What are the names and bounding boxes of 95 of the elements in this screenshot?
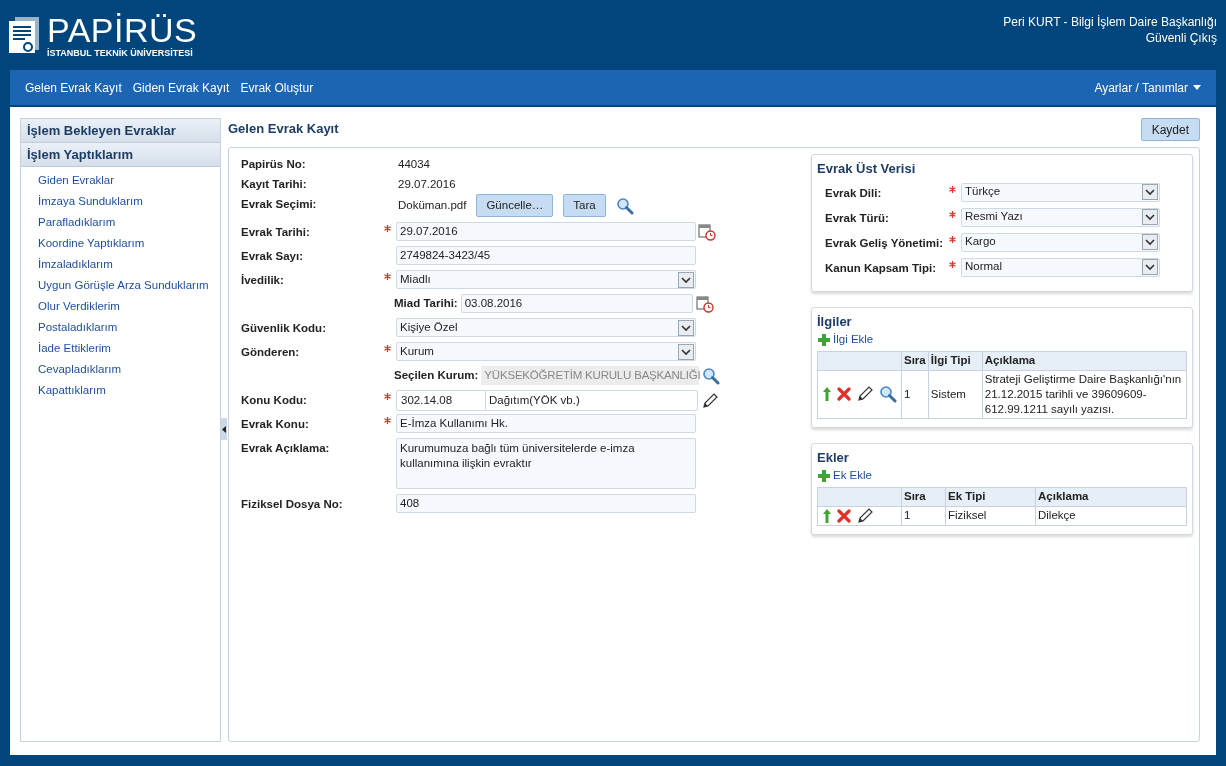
- plus-icon[interactable]: [817, 332, 831, 347]
- settings-menu[interactable]: Ayarlar / Tanımlar: [1094, 78, 1201, 97]
- column-header: Ek Tipi: [945, 487, 1036, 506]
- action-button[interactable]: Güncelle…: [476, 194, 554, 217]
- table-cell: 1: [901, 506, 946, 525]
- field-label: Seçilen Kurum:: [394, 367, 479, 383]
- field-label: Evrak Seçimi:: [241, 197, 318, 212]
- delete-icon[interactable]: [837, 508, 851, 523]
- field-label: Evrak Açıklama:: [241, 441, 331, 456]
- field-label: Papirüs No:: [241, 157, 307, 172]
- table-cell: Strateji Geliştirme Daire Başkanlığı'nın 21.12.2015 tarihli ve 39609609-612.99.1211 sayılı yazısı.: [982, 370, 1187, 418]
- field-label: Evrak Sayı:: [241, 249, 304, 264]
- text-field[interactable]: 2749824-3423/45: [396, 246, 696, 265]
- dropdown-field[interactable]: Miadlı: [396, 270, 696, 289]
- sidebar-item[interactable]: Parafladıklarım: [21, 212, 220, 233]
- sidebar-item[interactable]: Koordine Yaptıklarım: [21, 233, 220, 254]
- field-label: Kayıt Tarihi:: [241, 177, 308, 192]
- panel-title: Ekler: [817, 448, 850, 467]
- add-link[interactable]: İlgi Ekle: [817, 331, 1187, 349]
- dropdown-field[interactable]: Kurum: [396, 342, 696, 361]
- search-icon[interactable]: [879, 385, 897, 403]
- field-label: Kanun Kapsam Tipi:: [825, 260, 937, 276]
- date-field[interactable]: 03.08.2016: [460, 294, 693, 313]
- field-label: Evrak Konu:: [241, 417, 310, 432]
- sidebar-item[interactable]: Giden Evraklar: [21, 170, 220, 191]
- subject-code-field[interactable]: 302.14.08 Dağıtım(YÖK vb.): [396, 390, 698, 411]
- table-cell: Fiziksel: [945, 506, 1036, 525]
- sidebar-item[interactable]: İade Ettiklerim: [21, 338, 220, 359]
- delete-icon[interactable]: [837, 387, 851, 401]
- panel-title: İlgiler: [817, 312, 853, 331]
- dropdown-field[interactable]: Resmi Yazı: [961, 207, 1160, 227]
- sidebar-item[interactable]: Kapattıklarım: [21, 380, 220, 401]
- column-header: Açıklama: [1035, 487, 1187, 506]
- calendar-clock-icon[interactable]: [695, 294, 714, 313]
- logout-link[interactable]: Güvenli Çıkış: [1145, 30, 1217, 46]
- readonly-field: YÜKSEKÖĞRETİM KURULU BAŞKANLIĞI: [481, 366, 700, 385]
- action-button[interactable]: Tara: [563, 194, 606, 217]
- collapse-handle[interactable]: [221, 418, 227, 440]
- logo-title: PAPİRÜS: [47, 14, 198, 46]
- field-label: İvedilik:: [241, 273, 285, 288]
- up-arrow-icon[interactable]: [822, 386, 832, 402]
- dropdown-field[interactable]: Türkçe: [961, 182, 1160, 202]
- column-header: Sıra: [901, 487, 946, 506]
- sidebar-item[interactable]: Uygun Görüşle Arza Sunduklarım: [21, 275, 220, 296]
- sidebar-item[interactable]: Cevapladıklarım: [21, 359, 220, 380]
- date-field[interactable]: 29.07.2016: [396, 222, 696, 241]
- text-field[interactable]: E-İmza Kullanımı Hk.: [396, 414, 696, 433]
- column-header: Açıklama: [982, 351, 1187, 370]
- column-header: Sıra: [901, 351, 929, 370]
- user-name: Peri KURT - Bilgi İşlem Daire Başkanlığı: [1003, 14, 1217, 30]
- sidebar-item[interactable]: Olur Verdiklerim: [21, 296, 220, 317]
- field-label: Evrak Tarihi:: [241, 225, 311, 240]
- field-value: 44034: [397, 157, 430, 172]
- table-cell: Sistem: [928, 370, 983, 418]
- sidebar-item[interactable]: İmzaladıklarım: [21, 254, 220, 275]
- pencil-icon[interactable]: [856, 385, 874, 403]
- logo-subtitle: İSTANBUL TEKNİK ÜNİVERSİTESİ: [47, 47, 194, 59]
- add-link[interactable]: Ek Ekle: [817, 467, 1187, 485]
- plus-icon[interactable]: [817, 468, 831, 483]
- pencil-icon[interactable]: [701, 391, 719, 410]
- sidebar-item[interactable]: Postaladıklarım: [21, 317, 220, 338]
- field-label: Miad Tarihi:: [394, 295, 458, 311]
- field-label: Güvenlik Kodu:: [241, 321, 327, 336]
- search-icon[interactable]: [615, 196, 634, 215]
- caret-icon: [1193, 85, 1201, 90]
- table-cell: 1: [901, 370, 929, 418]
- column-header: İlgi Tipi: [928, 351, 983, 370]
- panel-title: Evrak Üst Verisi: [817, 160, 917, 178]
- dropdown-field[interactable]: Kargo: [961, 232, 1160, 252]
- field-label: Gönderen:: [241, 345, 301, 360]
- left-triangle-icon: [222, 425, 226, 433]
- file-name: Doküman.pdf: [398, 197, 467, 213]
- table-cell: Dilekçe: [1035, 506, 1187, 525]
- sidebar-section-header[interactable]: İşlem Yaptıklarım: [21, 143, 220, 167]
- page-title: Gelen Evrak Kayıt: [228, 120, 339, 138]
- field-value: 29.07.2016: [397, 177, 456, 192]
- save-button[interactable]: Kaydet: [1140, 118, 1200, 141]
- sidebar-section-header[interactable]: İşlem Bekleyen Evraklar: [21, 119, 220, 143]
- field-label: Fiziksel Dosya No:: [241, 497, 344, 512]
- field-label: Evrak Dili:: [825, 185, 883, 201]
- field-label: Konu Kodu:: [241, 393, 308, 408]
- field-label: Evrak Türü:: [825, 210, 890, 226]
- dropdown-field[interactable]: Normal: [961, 257, 1160, 277]
- description-textarea[interactable]: Kurumumuza bağlı tüm üniversitelerde e-imza kullanımına ilişkin evraktır: [396, 438, 696, 489]
- field-label: Evrak Geliş Yönetimi:: [825, 235, 945, 251]
- search-icon[interactable]: [702, 366, 721, 385]
- nav-link[interactable]: Evrak Oluştur: [240, 78, 314, 97]
- dropdown-field[interactable]: Kişiye Özel: [396, 318, 696, 337]
- nav-link[interactable]: Giden Evrak Kayıt: [132, 78, 230, 97]
- calendar-clock-icon[interactable]: [698, 222, 716, 241]
- sidebar-item[interactable]: İmzaya Sunduklarım: [21, 191, 220, 212]
- text-field[interactable]: 408: [396, 494, 696, 513]
- pencil-icon[interactable]: [856, 506, 874, 525]
- nav-link[interactable]: Gelen Evrak Kayıt: [25, 78, 122, 97]
- up-arrow-icon[interactable]: [822, 507, 832, 524]
